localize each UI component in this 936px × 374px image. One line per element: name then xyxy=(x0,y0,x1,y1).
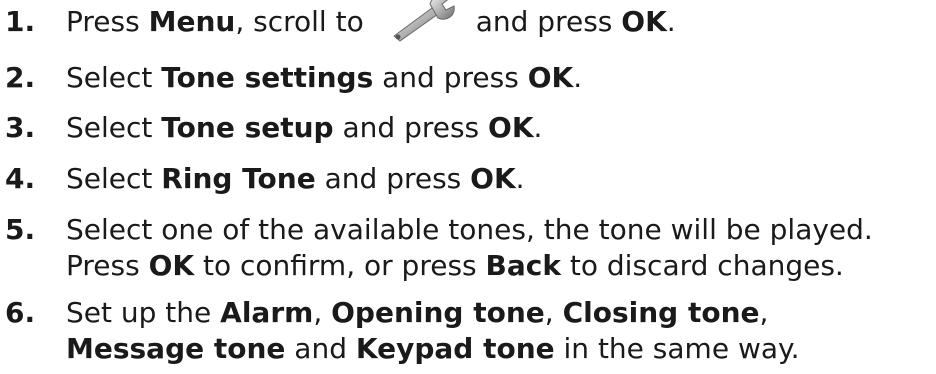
tone-settings-label: Tone settings xyxy=(161,61,374,94)
tone-setup-label: Tone setup xyxy=(161,111,334,144)
step-number: 3. xyxy=(5,111,36,144)
instruction-steps: 1. Press Menu, scroll to and press OK. 2… xyxy=(0,0,936,374)
menu-key-label: Menu xyxy=(148,5,236,38)
step-text: Select Tone settings and press OK. xyxy=(66,61,583,94)
ok-key-label: OK xyxy=(488,111,534,144)
step-number: 1. xyxy=(5,5,36,38)
ok-key-label: OK xyxy=(148,249,195,282)
back-key-label: Back xyxy=(485,249,561,282)
alarm-label: Alarm xyxy=(220,296,314,329)
message-tone-label: Message tone xyxy=(66,332,286,365)
step-number: 5. xyxy=(5,213,36,246)
keypad-tone-label: Keypad tone xyxy=(355,332,555,365)
step-number: 4. xyxy=(5,162,36,195)
step-text: Press Menu, scroll to and press OK. xyxy=(66,0,676,42)
step-text-line-2: Press OK to confirm, or press Back to di… xyxy=(66,249,844,282)
closing-tone-label: Closing tone xyxy=(562,296,760,329)
ring-tone-label: Ring Tone xyxy=(161,162,316,195)
step-text: Select Ring Tone and press OK. xyxy=(66,162,525,195)
ok-key-label: OK xyxy=(527,61,574,94)
step-text-line-1: Set up the Alarm, Opening tone, Closing … xyxy=(66,296,769,329)
wrench-settings-icon xyxy=(386,0,458,42)
step-text-line-2: Message tone and Keypad tone in the same… xyxy=(66,332,800,365)
opening-tone-label: Opening tone xyxy=(331,296,545,329)
step-text: Select Tone setup and press OK. xyxy=(66,111,543,144)
ok-key-label: OK xyxy=(470,162,516,195)
step-number: 2. xyxy=(5,61,36,94)
step-text-line-1: Select one of the available tones, the t… xyxy=(66,213,873,246)
step-number: 6. xyxy=(5,296,36,329)
ok-key-label: OK xyxy=(621,5,667,38)
